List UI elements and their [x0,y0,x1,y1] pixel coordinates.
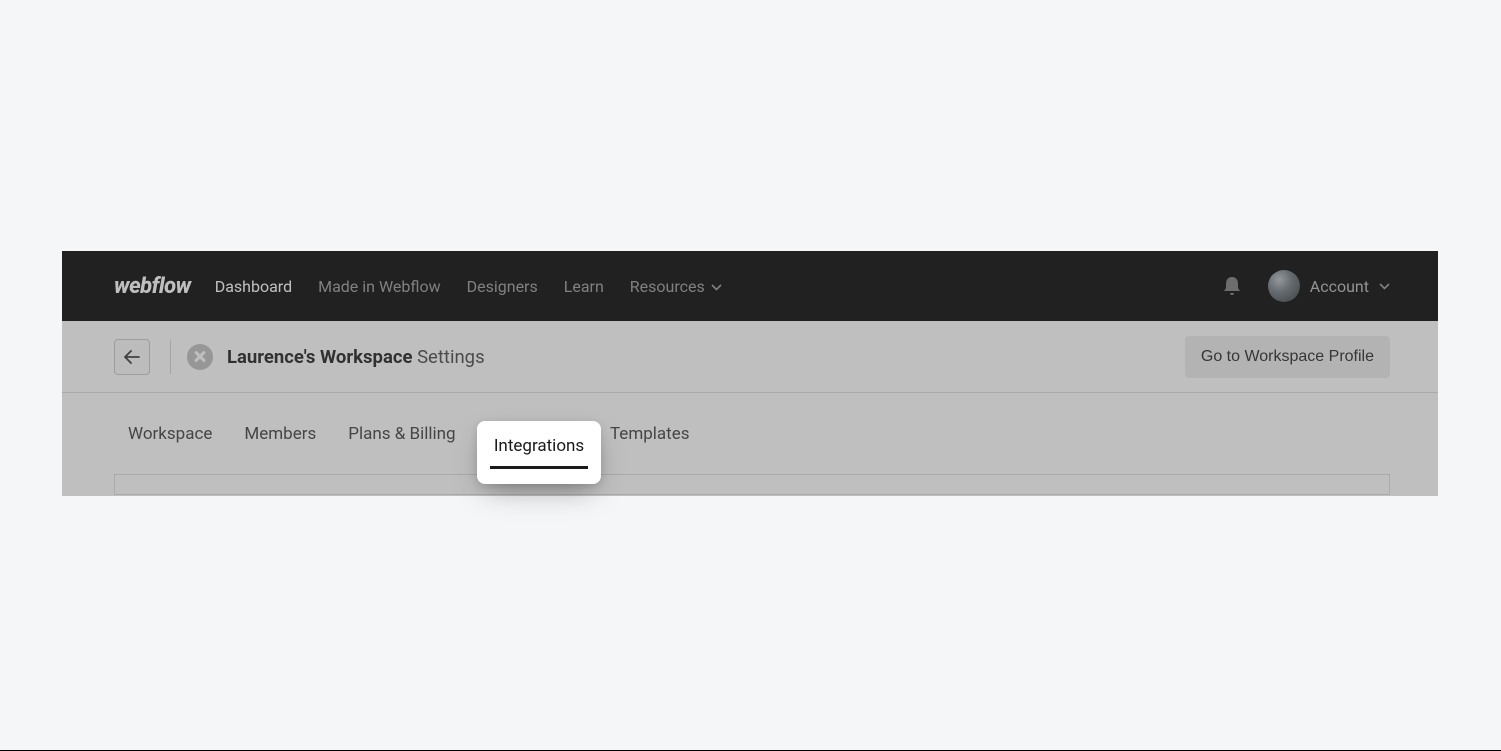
notifications-icon[interactable] [1222,275,1242,297]
page-title: Laurence's Workspace Settings [227,346,485,368]
account-menu[interactable]: Account [1268,270,1390,302]
settings-bar: Laurence's Workspace Settings Go to Work… [62,321,1438,393]
back-button[interactable] [114,339,150,375]
top-nav: webflow Dashboard Made in Webflow Design… [62,251,1438,321]
app-window: webflow Dashboard Made in Webflow Design… [62,251,1438,496]
chevron-down-icon [1379,283,1390,290]
nav-made-in-webflow[interactable]: Made in Webflow [318,277,441,296]
spotlight-underline [490,466,588,469]
spotlight-label: Integrations [494,436,584,456]
tab-templates[interactable]: Templates [608,418,692,450]
workspace-icon [187,344,213,370]
go-to-workspace-profile-button[interactable]: Go to Workspace Profile [1185,336,1390,378]
divider [170,340,171,374]
nav-learn[interactable]: Learn [564,277,604,296]
tab-plans-billing[interactable]: Plans & Billing [346,418,457,450]
tabs: Workspace Members Plans & Billing Integr… [114,393,1390,475]
tabs-area: Workspace Members Plans & Billing Integr… [62,393,1438,475]
workspace-name: Laurence's Workspace [227,346,412,368]
webflow-logo[interactable]: webflow [114,274,191,299]
account-label: Account [1310,277,1369,296]
nav-items: Dashboard Made in Webflow Designers Lear… [215,277,722,296]
content-panel [114,475,1390,495]
avatar [1268,270,1300,302]
tab-workspace[interactable]: Workspace [126,418,214,450]
nav-resources[interactable]: Resources [630,277,722,296]
tab-members[interactable]: Members [242,418,318,450]
page-title-suffix: Settings [417,346,485,368]
spotlight-integrations-tab[interactable]: Integrations [477,421,601,484]
top-nav-right: Account [1222,270,1390,302]
nav-resources-label: Resources [630,277,705,296]
arrow-left-icon [124,350,140,364]
nav-dashboard[interactable]: Dashboard [215,277,292,296]
chevron-down-icon [711,284,722,291]
nav-designers[interactable]: Designers [467,277,538,296]
